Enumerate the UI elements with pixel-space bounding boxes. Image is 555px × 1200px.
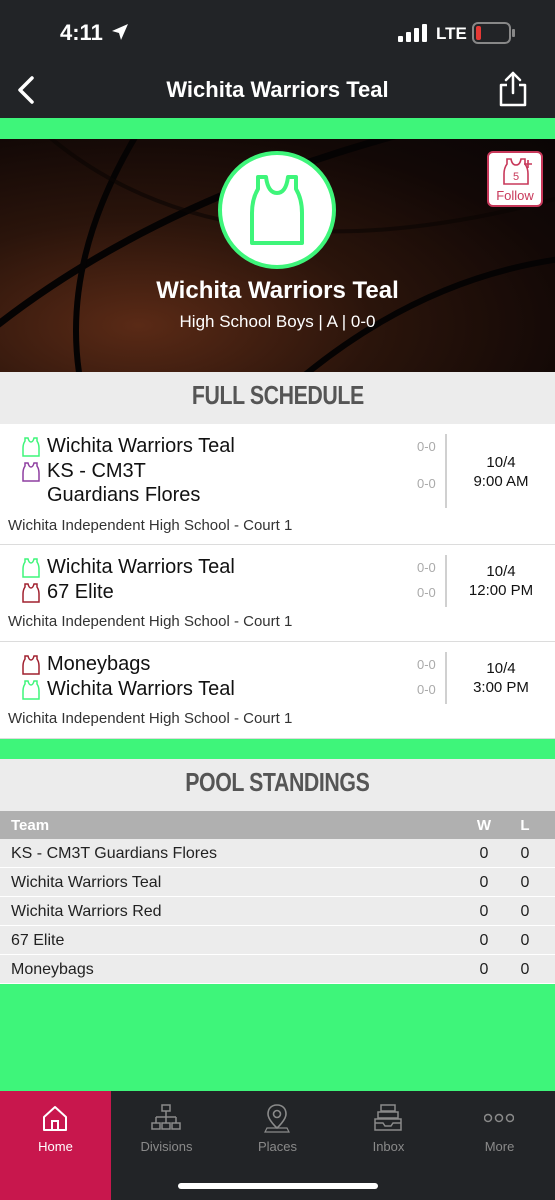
standings-wins: 0: [479, 961, 489, 978]
standings-row[interactable]: Wichita Warriors Red 0 0: [0, 897, 555, 926]
game-card[interactable]: Moneybags 0-0 Wichita Warriors Teal 0-0 …: [0, 642, 555, 739]
standings-row[interactable]: Moneybags 0 0: [0, 955, 555, 984]
standings-wins: 0: [479, 932, 489, 949]
status-time: 4:11: [60, 20, 103, 45]
standings-team: Wichita Warriors Red: [11, 903, 162, 920]
game-time: 9:00 AM: [473, 473, 529, 490]
network-type: LTE: [436, 24, 467, 43]
game-card[interactable]: Wichita Warriors Teal 0-0 KS - CM3T 0-0 …: [0, 424, 555, 545]
team-name: Wichita Warriors Teal: [47, 678, 235, 700]
nav-bar: Wichita Warriors Teal: [0, 62, 555, 118]
team-score: 0-0: [417, 657, 436, 672]
standings-row[interactable]: 67 Elite 0 0: [0, 926, 555, 955]
team-score: 0-0: [417, 585, 436, 600]
standings-row[interactable]: KS - CM3T Guardians Flores 0 0: [0, 839, 555, 868]
accent-strip: [0, 118, 555, 139]
page-title: Wichita Warriors Teal: [166, 77, 389, 102]
column-losses: L: [520, 817, 530, 834]
tab-label: Places: [257, 1139, 298, 1154]
follow-count: 5: [513, 171, 519, 183]
team-name: 67 Elite: [47, 581, 114, 603]
standings-header: POOL STANDINGS: [0, 759, 555, 811]
standings-team: Wichita Warriors Teal: [11, 874, 162, 891]
jersey-icon: [22, 462, 40, 482]
standings-team: 67 Elite: [11, 932, 65, 949]
jersey-icon: [22, 437, 40, 457]
schedule-header: FULL SCHEDULE: [0, 372, 555, 424]
game-venue: Wichita Independent High School - Court …: [8, 613, 293, 630]
game-team-row: Wichita Warriors Teal 0-0: [22, 678, 442, 702]
location-arrow-icon: [112, 24, 128, 40]
team-name: Wichita Warriors Teal: [47, 556, 235, 578]
standings-losses: 0: [520, 845, 530, 862]
team-name: Wichita Warriors Teal: [156, 277, 399, 304]
team-hero-banner: 5 Follow Wichita Warriors Teal High Scho…: [0, 139, 555, 372]
team-score: 0-0: [417, 439, 436, 454]
standings-losses: 0: [520, 961, 530, 978]
column-team: Team: [11, 817, 50, 834]
standings-column-header: Team W L: [0, 811, 555, 839]
share-button[interactable]: [496, 70, 530, 108]
jersey-icon: [22, 655, 40, 675]
game-date: 10/4: [486, 563, 516, 580]
home-icon: [43, 1106, 67, 1131]
share-icon: [499, 71, 527, 107]
tab-home[interactable]: Home: [0, 1091, 111, 1200]
game-team-row: KS - CM3T 0-0: [22, 460, 442, 491]
game-team-row: Wichita Warriors Teal 0-0: [22, 556, 442, 580]
tab-label: More: [484, 1139, 515, 1154]
game-venue: Wichita Independent High School - Court …: [8, 710, 293, 727]
game-team-row: 67 Elite 0-0: [22, 581, 442, 605]
follow-button[interactable]: 5 Follow: [487, 151, 543, 207]
team-subtitle: High School Boys | A | 0-0: [179, 312, 376, 331]
tab-label: Inbox: [372, 1139, 405, 1154]
inbox-icon: [374, 1104, 402, 1131]
game-card[interactable]: Wichita Warriors Teal 0-0 67 Elite 0-0 1…: [0, 545, 555, 642]
game-divider: [445, 434, 447, 508]
standings-losses: 0: [520, 903, 530, 920]
tab-more[interactable]: More: [444, 1091, 555, 1200]
more-dots-icon: [484, 1113, 514, 1123]
standings-team: Moneybags: [11, 961, 94, 978]
team-name: KS - CM3T: [47, 460, 146, 482]
jersey-icon: [22, 558, 40, 578]
tab-label: Home: [38, 1139, 73, 1154]
follow-label: Follow: [496, 188, 534, 203]
game-team-row: Wichita Warriors Teal 0-0: [22, 435, 442, 459]
team-logo: [218, 151, 336, 269]
game-time: 3:00 PM: [473, 679, 529, 696]
game-venue: Wichita Independent High School - Court …: [8, 517, 293, 534]
battery-low-icon: [472, 22, 515, 44]
home-indicator: [178, 1183, 378, 1189]
standings-row[interactable]: Wichita Warriors Teal 0 0: [0, 868, 555, 897]
team-score: 0-0: [417, 682, 436, 697]
standings-wins: 0: [479, 874, 489, 891]
jersey-icon: [250, 175, 304, 245]
status-bar: 4:11 LTE: [0, 0, 555, 62]
game-team-row: Moneybags 0-0: [22, 653, 442, 677]
game-date: 10/4: [486, 660, 516, 677]
game-team-row-continued: Guardians Flores: [22, 484, 442, 508]
standings-wins: 0: [479, 903, 489, 920]
team-name: Moneybags: [47, 653, 151, 675]
game-date: 10/4: [486, 454, 516, 471]
signal-bars-icon: [398, 24, 427, 42]
jersey-icon: [22, 583, 40, 603]
jersey-icon: [22, 680, 40, 700]
standings-losses: 0: [520, 874, 530, 891]
hierarchy-icon: [151, 1104, 181, 1130]
standings-losses: 0: [520, 932, 530, 949]
team-name: Wichita Warriors Teal: [47, 435, 235, 457]
follow-jersey-icon: 5: [503, 158, 532, 185]
standings-team: KS - CM3T Guardians Flores: [11, 845, 217, 862]
map-pin-icon: [264, 1104, 290, 1133]
column-wins: W: [476, 817, 492, 834]
tab-label: Divisions: [140, 1139, 193, 1154]
standings-wins: 0: [479, 845, 489, 862]
game-time: 12:00 PM: [468, 582, 534, 599]
team-score: 0-0: [417, 560, 436, 575]
team-name-line2: Guardians Flores: [47, 484, 201, 506]
